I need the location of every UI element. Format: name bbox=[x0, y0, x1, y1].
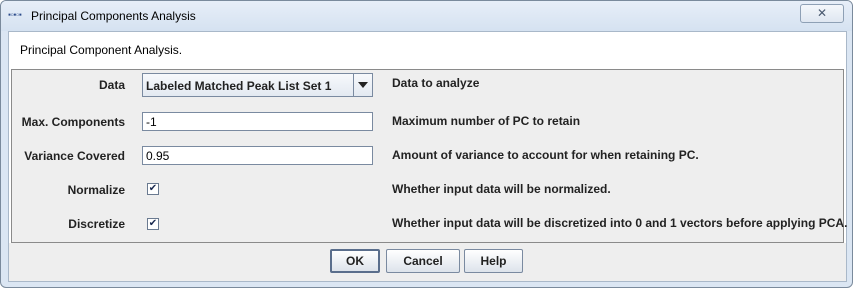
window-title: Principal Components Analysis bbox=[31, 9, 196, 23]
normalize-checkbox[interactable]: ✔ bbox=[147, 183, 159, 195]
discretize-description: Whether input data will be discretized i… bbox=[392, 216, 848, 230]
app-icon: ▪▫▪▫▪ bbox=[8, 12, 22, 18]
dialog-client-area: Principal Component Analysis. Data Label… bbox=[8, 31, 847, 282]
normalize-label: Normalize bbox=[67, 183, 125, 197]
normalize-description: Whether input data will be normalized. bbox=[392, 182, 611, 196]
ok-button[interactable]: OK bbox=[330, 249, 380, 273]
max-components-field[interactable] bbox=[142, 112, 373, 131]
title-bar[interactable]: ▪▫▪▫▪ Principal Components Analysis ✕ bbox=[1, 1, 852, 31]
chevron-down-icon[interactable] bbox=[353, 74, 372, 96]
cancel-button[interactable]: Cancel bbox=[386, 249, 460, 273]
data-combobox[interactable]: Labeled Matched Peak List Set 1 bbox=[142, 73, 373, 97]
discretize-checkbox[interactable]: ✔ bbox=[147, 218, 159, 230]
variance-covered-description: Amount of variance to account for when r… bbox=[392, 148, 699, 162]
dialog-window: ▪▫▪▫▪ Principal Components Analysis ✕ Pr… bbox=[0, 0, 853, 288]
variance-covered-field[interactable] bbox=[142, 146, 373, 165]
data-description: Data to analyze bbox=[392, 76, 480, 90]
max-components-label: Max. Components bbox=[21, 115, 125, 129]
variance-covered-label: Variance Covered bbox=[24, 149, 125, 163]
header-strip: Principal Component Analysis. bbox=[9, 32, 846, 67]
data-combobox-value: Labeled Matched Peak List Set 1 bbox=[146, 79, 332, 93]
parameters-form: Data Labeled Matched Peak List Set 1 Dat… bbox=[11, 69, 848, 243]
close-button[interactable]: ✕ bbox=[800, 4, 844, 23]
discretize-label: Discretize bbox=[68, 217, 125, 231]
help-button[interactable]: Help bbox=[464, 249, 523, 273]
dialog-header-text: Principal Component Analysis. bbox=[20, 43, 183, 57]
button-bar: OK Cancel Help bbox=[9, 243, 846, 281]
max-components-description: Maximum number of PC to retain bbox=[392, 114, 581, 128]
data-label: Data bbox=[98, 78, 125, 92]
